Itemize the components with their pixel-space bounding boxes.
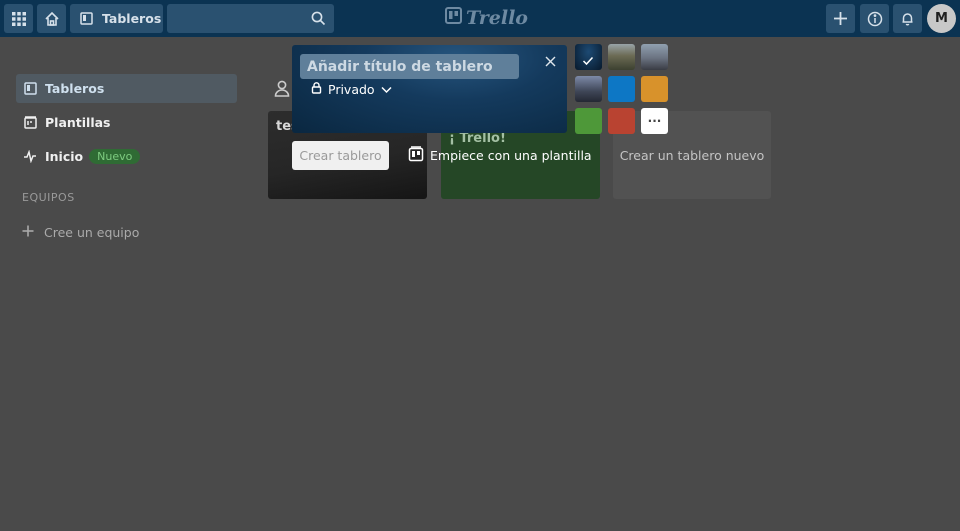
board-title-placeholder: Añadir título de tablero xyxy=(307,58,493,75)
create-new-board-label: Crear un tablero nuevo xyxy=(619,147,765,163)
plus-icon xyxy=(833,11,848,26)
activity-icon xyxy=(23,150,37,164)
create-button[interactable] xyxy=(826,4,855,33)
home-icon xyxy=(44,11,60,27)
close-icon xyxy=(545,52,556,71)
lock-icon xyxy=(311,82,322,97)
background-photo-swatch[interactable] xyxy=(641,44,668,70)
new-badge: Nuevo xyxy=(89,149,141,164)
boards-button[interactable]: Tableros xyxy=(70,4,163,33)
teams-section-label: EQUIPOS xyxy=(22,191,75,204)
sidebar-item-home[interactable]: Inicio Nuevo xyxy=(16,142,237,171)
apps-grid-icon xyxy=(11,11,26,26)
background-color-swatch-blue[interactable] xyxy=(608,76,635,102)
start-with-template-link[interactable]: Empiece con una plantilla xyxy=(408,146,592,165)
person-icon xyxy=(274,80,290,101)
sidebar-item-boards[interactable]: Tableros xyxy=(16,74,237,103)
create-board-button[interactable]: Crear tablero xyxy=(292,141,389,170)
create-team-link[interactable]: Cree un equipo xyxy=(22,225,139,240)
close-button[interactable] xyxy=(542,53,558,69)
create-new-board-tile[interactable]: Crear un tablero nuevo xyxy=(613,111,771,199)
chevron-down-icon xyxy=(381,82,392,97)
trello-logo-icon xyxy=(445,7,462,29)
sidebar-item-label: Inicio xyxy=(45,149,84,164)
background-color-swatch-green[interactable] xyxy=(575,108,602,134)
visibility-label: Privado xyxy=(328,82,375,97)
create-team-label: Cree un equipo xyxy=(44,225,140,240)
background-color-swatch-orange[interactable] xyxy=(641,76,668,102)
trello-logo[interactable]: Trello xyxy=(445,7,528,29)
search-icon xyxy=(311,11,326,30)
plus-icon xyxy=(22,225,34,240)
create-board-button-label: Crear tablero xyxy=(299,148,382,163)
boards-button-label: Tableros xyxy=(102,11,162,26)
visibility-selector[interactable]: Privado xyxy=(311,82,392,97)
background-photo-swatch[interactable] xyxy=(575,76,602,102)
user-avatar[interactable]: M xyxy=(927,4,956,33)
start-with-template-label: Empiece con una plantilla xyxy=(430,148,592,163)
home-button[interactable] xyxy=(37,4,66,33)
more-dots-icon: ··· xyxy=(647,114,662,128)
sidebar-item-templates[interactable]: Plantillas xyxy=(16,108,237,137)
template-icon xyxy=(408,146,424,165)
info-icon xyxy=(867,11,883,27)
board-title-input[interactable]: Añadir título de tablero xyxy=(300,54,519,79)
info-button[interactable] xyxy=(860,4,889,33)
background-photo-swatch[interactable] xyxy=(575,44,602,70)
notifications-button[interactable] xyxy=(893,4,922,33)
more-backgrounds-button[interactable]: ··· xyxy=(641,108,668,134)
template-icon xyxy=(23,116,37,130)
background-photo-swatch[interactable] xyxy=(608,44,635,70)
sidebar-item-label: Tableros xyxy=(45,81,105,96)
board-icon xyxy=(80,12,93,25)
board-icon xyxy=(23,82,37,96)
apps-menu-button[interactable] xyxy=(4,4,33,33)
sidebar-item-label: Plantillas xyxy=(45,115,111,130)
search-input[interactable] xyxy=(167,4,334,33)
top-nav-bar: Tableros Trello M xyxy=(0,0,960,37)
board-tile-title: ¡ Trello! xyxy=(449,131,506,146)
trello-logo-text: Trello xyxy=(466,7,528,29)
background-color-swatch-red[interactable] xyxy=(608,108,635,134)
bell-icon xyxy=(900,11,915,26)
checkmark-icon xyxy=(582,51,594,70)
